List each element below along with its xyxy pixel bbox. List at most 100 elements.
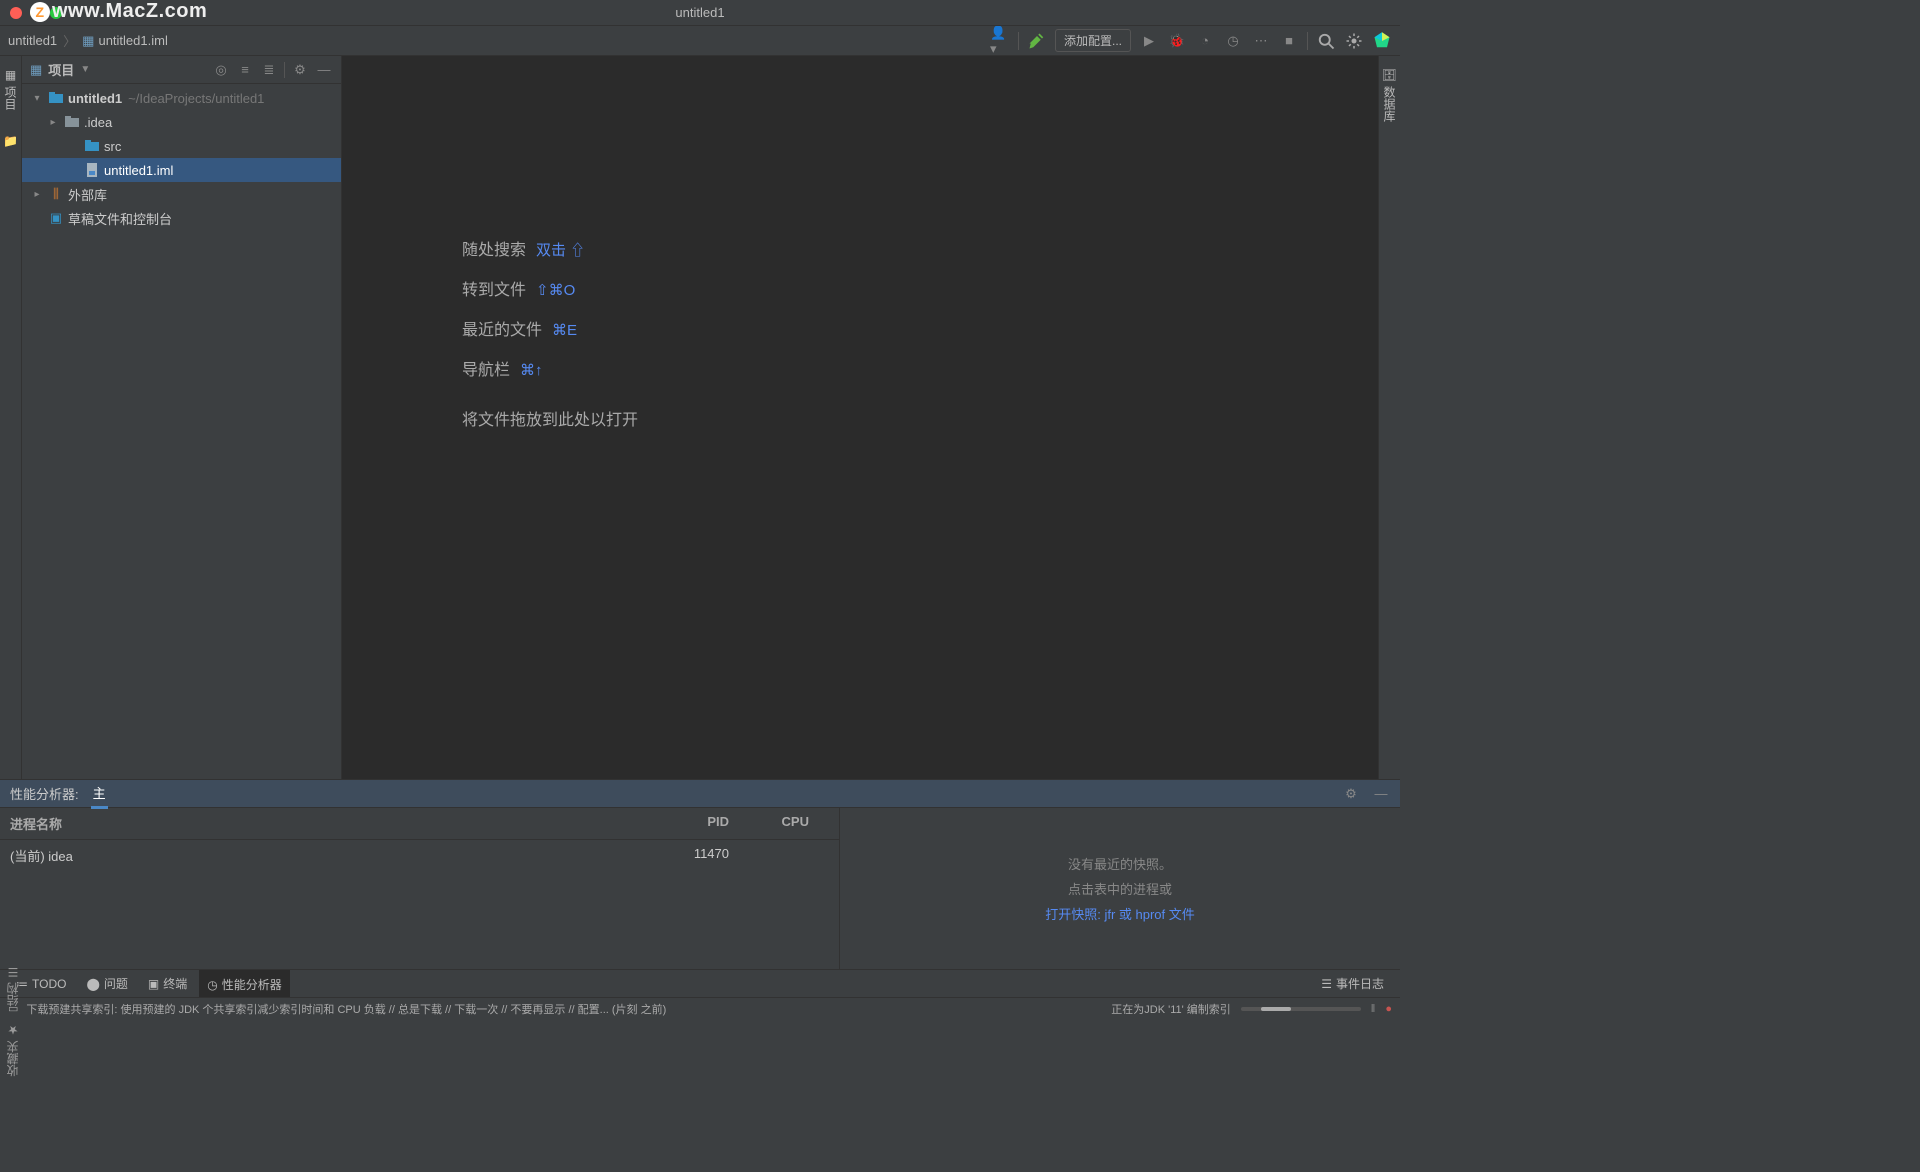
coverage-icon[interactable]: ◔ — [1195, 31, 1215, 51]
chevron-right-icon[interactable]: ▸ — [30, 189, 44, 200]
profile-icon[interactable]: ◷ — [1223, 31, 1243, 51]
chevron-down-icon[interactable]: ▾ — [30, 93, 44, 104]
sidebar-tab-project[interactable]: ▦ 项目 — [0, 60, 21, 118]
profiler-tabs: 性能分析器: 主 ⚙ — — [0, 780, 1400, 808]
col-cpu[interactable]: CPU — [749, 814, 829, 833]
status-message[interactable]: 下载预建共享索引: 使用预建的 JDK 个共享索引减少索引时间和 CPU 负载 … — [26, 1001, 666, 1017]
tree-root-path: ~/IdeaProjects/untitled1 — [128, 91, 264, 106]
left-rail: ▦ 项目 📁 — [0, 56, 22, 779]
stop-icon[interactable]: ■ — [1279, 31, 1299, 51]
close-window-button[interactable] — [10, 7, 22, 19]
profiler-tab-main[interactable]: 主 — [91, 779, 108, 809]
hint-goto-label: 转到文件 — [462, 276, 526, 300]
tree-item-label: src — [104, 139, 121, 154]
warning-icon: ⬤ — [86, 977, 99, 991]
main-area: ▦ 项目 📁 ▦ 项目 ▼ ◎ ≡ ≣ ⚙ — ▾ untitled1 ~/Id… — [0, 56, 1400, 779]
profiler-title: 性能分析器: — [10, 784, 79, 803]
maximize-window-button[interactable] — [50, 7, 62, 19]
run-config-dropdown[interactable]: 添加配置... — [1055, 29, 1131, 52]
gear-icon[interactable]: ⚙ — [291, 61, 309, 79]
folder-icon — [84, 138, 100, 154]
editor-area[interactable]: 随处搜索双击 ⇧ 转到文件⇧⌘O 最近的文件⌘E 导航栏⌘↑ 将文件拖放到此处以… — [342, 56, 1378, 779]
tree-src-folder[interactable]: src — [22, 134, 341, 158]
statusbar: ▭ 下载预建共享索引: 使用预建的 JDK 个共享索引减少索引时间和 CPU 负… — [0, 997, 1400, 1019]
expand-all-icon[interactable]: ≡ — [236, 61, 254, 79]
sidebar-tab-database-label: 数据库 — [1381, 86, 1398, 122]
minimize-window-button[interactable] — [30, 7, 42, 19]
snapshot-empty-2: 点击表中的进程或 — [1068, 879, 1172, 898]
progress-bar[interactable] — [1241, 1007, 1361, 1011]
gear-icon[interactable]: ⚙ — [1342, 785, 1360, 803]
terminal-icon: ▣ — [148, 977, 159, 991]
right-rail: 🗄 数据库 — [1378, 56, 1400, 779]
tree-idea-folder[interactable]: ▸ .idea — [22, 110, 341, 134]
sidebar-folder-icon[interactable]: 📁 — [1, 126, 20, 156]
cell-cpu — [749, 846, 829, 865]
hint-nav-key: ⌘↑ — [520, 361, 543, 379]
run-icon[interactable]: ▶ — [1139, 31, 1159, 51]
sidebar-tab-structure[interactable]: 结构 ☰ — [2, 959, 23, 1012]
minimize-icon[interactable]: — — [1372, 785, 1390, 803]
collapse-all-icon[interactable]: ≣ — [260, 61, 278, 79]
hint-goto-key: ⇧⌘O — [536, 281, 575, 299]
col-pid[interactable]: PID — [669, 814, 749, 833]
jetbrains-icon[interactable] — [1372, 31, 1392, 51]
divider — [1018, 32, 1019, 50]
pause-icon[interactable]: ‖ — [1371, 1003, 1376, 1015]
tree-item-label: untitled1.iml — [104, 163, 173, 178]
status-indexing: 正在为JDK '11' 编制索引 — [1111, 1001, 1231, 1017]
snapshot-pane: 没有最近的快照。 点击表中的进程或 打开快照: jfr 或 hprof 文件 — [840, 808, 1400, 969]
divider — [284, 62, 285, 78]
editor-empty-hints: 随处搜索双击 ⇧ 转到文件⇧⌘O 最近的文件⌘E 导航栏⌘↑ 将文件拖放到此处以… — [462, 236, 638, 430]
tab-event-log[interactable]: ☰事件日志 — [1313, 971, 1392, 996]
cell-name: (当前) idea — [10, 846, 669, 865]
divider — [1307, 32, 1308, 50]
sidebar-tab-database[interactable]: 🗄 数据库 — [1379, 60, 1400, 130]
file-icon — [84, 162, 100, 178]
tab-profiler[interactable]: ◷性能分析器 — [199, 970, 290, 997]
breadcrumb-file[interactable]: untitled1.iml — [98, 33, 167, 48]
tree-iml-file[interactable]: untitled1.iml — [22, 158, 341, 182]
locate-icon[interactable]: ◎ — [212, 61, 230, 79]
col-name[interactable]: 进程名称 — [10, 814, 669, 833]
sidebar-tab-favorites[interactable]: 收藏夹 ★ — [2, 1017, 23, 1082]
search-icon[interactable] — [1316, 31, 1336, 51]
chevron-right-icon[interactable]: ▸ — [46, 117, 60, 128]
hint-search-key: 双击 ⇧ — [536, 239, 585, 260]
project-panel-header: ▦ 项目 ▼ ◎ ≡ ≣ ⚙ — — [22, 56, 341, 84]
cell-pid: 11470 — [669, 846, 749, 865]
folder-icon — [48, 90, 64, 106]
project-tree[interactable]: ▾ untitled1 ~/IdeaProjects/untitled1 ▸ .… — [22, 84, 341, 779]
gear-icon[interactable] — [1344, 31, 1364, 51]
breadcrumb[interactable]: untitled1 〉 ▦ untitled1.iml — [8, 31, 168, 50]
debug-icon[interactable]: 🐞 — [1167, 31, 1187, 51]
breadcrumb-root[interactable]: untitled1 — [8, 33, 57, 48]
project-view-icon: ▦ — [30, 62, 42, 78]
tree-external-libs[interactable]: ▸ ⫼ 外部库 — [22, 182, 341, 206]
tab-terminal[interactable]: ▣终端 — [140, 971, 195, 996]
tab-problems[interactable]: ⬤问题 — [78, 971, 135, 996]
tree-scratches[interactable]: ▣ 草稿文件和控制台 — [22, 206, 341, 230]
navbar: untitled1 〉 ▦ untitled1.iml 👤▾ 添加配置... ▶… — [0, 26, 1400, 56]
chevron-down-icon[interactable]: ▼ — [80, 64, 90, 75]
window-title: untitled1 — [675, 5, 724, 20]
table-row[interactable]: (当前) idea 11470 — [0, 840, 839, 871]
folder-icon — [64, 114, 80, 130]
profiler-panel: 性能分析器: 主 ⚙ — 进程名称 PID CPU (当前) idea 1147… — [0, 779, 1400, 969]
profiler-icon: ◷ — [207, 978, 217, 992]
user-icon[interactable]: 👤▾ — [990, 31, 1010, 51]
bottom-toolbar: ≔TODO ⬤问题 ▣终端 ◷性能分析器 ☰事件日志 — [0, 969, 1400, 997]
error-icon[interactable]: ● — [1385, 1003, 1392, 1015]
log-icon: ☰ — [1321, 977, 1332, 991]
project-panel-title[interactable]: 项目 — [48, 60, 74, 79]
tree-item-label: 外部库 — [68, 185, 107, 204]
tree-item-label: 草稿文件和控制台 — [68, 209, 172, 228]
attach-icon[interactable]: ⋯ — [1251, 31, 1271, 51]
open-snapshot-link[interactable]: 打开快照: jfr 或 hprof 文件 — [1045, 904, 1195, 923]
tree-root[interactable]: ▾ untitled1 ~/IdeaProjects/untitled1 — [22, 86, 341, 110]
table-header: 进程名称 PID CPU — [0, 808, 839, 840]
hint-nav-label: 导航栏 — [462, 356, 510, 380]
hammer-icon[interactable] — [1027, 31, 1047, 51]
hint-drop-label: 将文件拖放到此处以打开 — [462, 406, 638, 430]
minimize-icon[interactable]: — — [315, 61, 333, 79]
